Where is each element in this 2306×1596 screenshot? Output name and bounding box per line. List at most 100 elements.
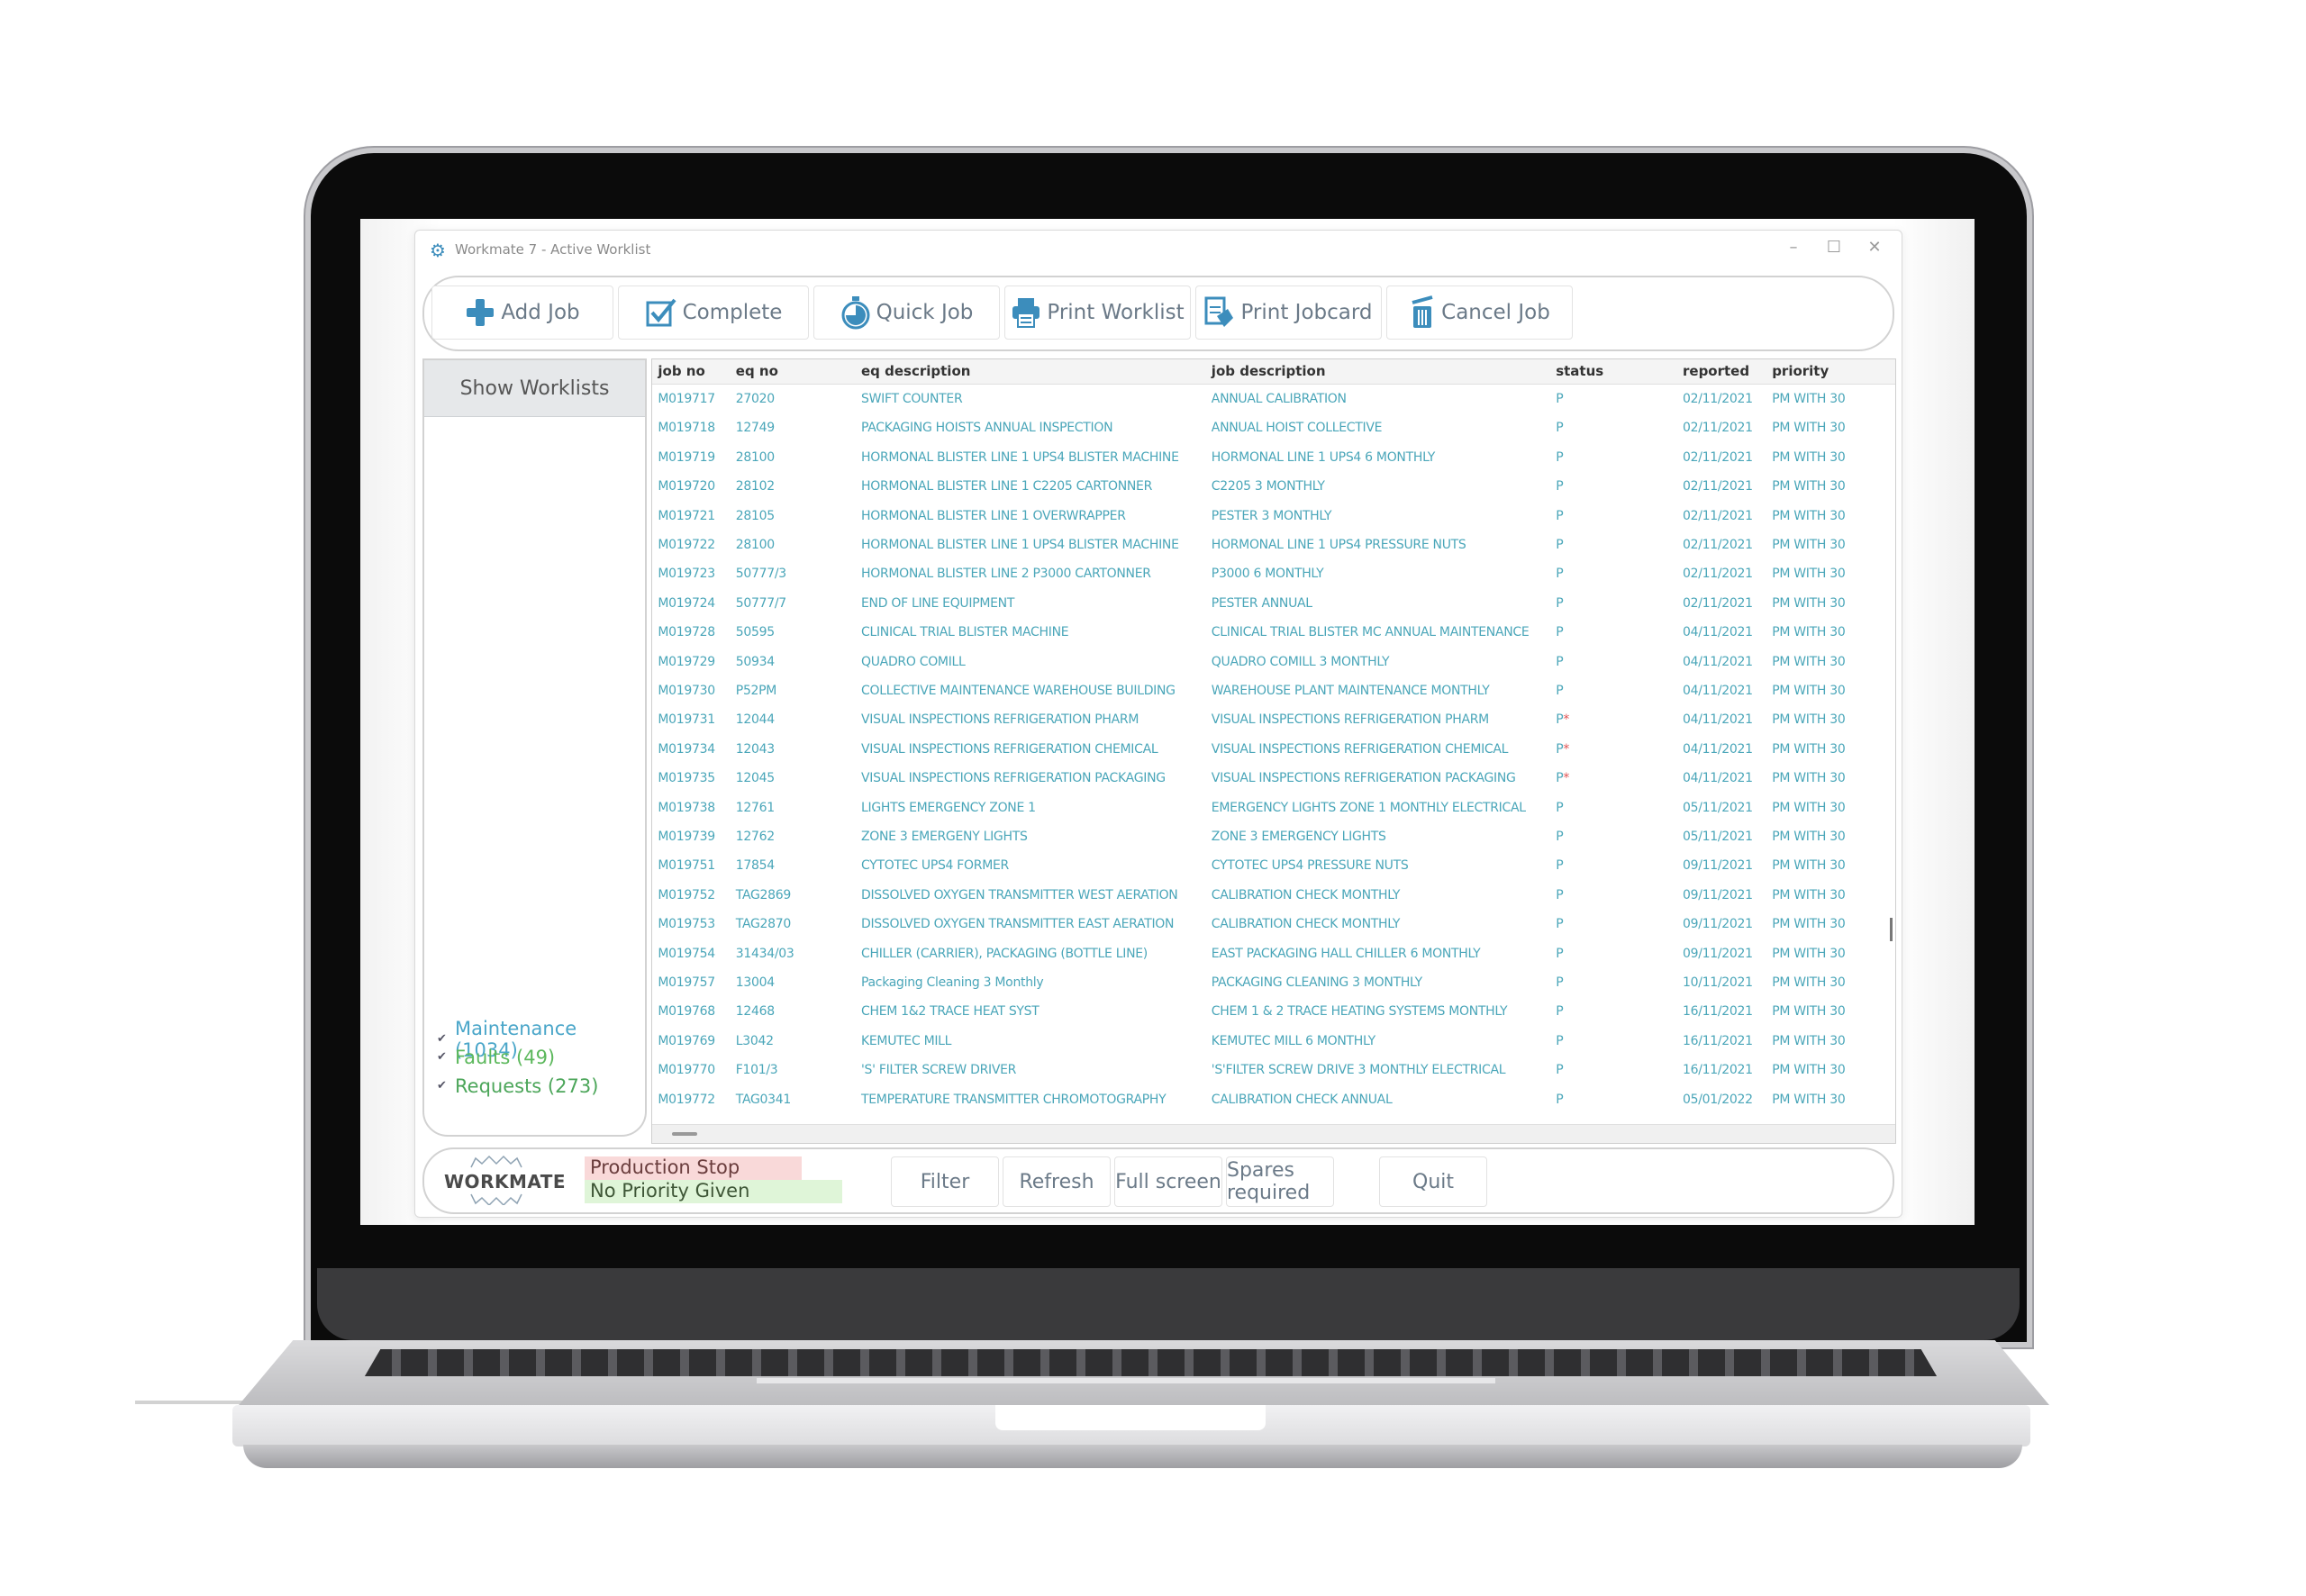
- print-worklist-button[interactable]: Print Worklist: [1004, 286, 1191, 340]
- cell-eq-description: HORMONAL BLISTER LINE 2 P3000 CARTONNER: [861, 567, 1151, 582]
- filter-requests-label: Requests (273): [455, 1075, 599, 1097]
- cell-reported: 02/11/2021: [1683, 479, 1753, 494]
- column-header-eq-description[interactable]: eq description: [861, 363, 970, 379]
- cell-eq-description: HORMONAL BLISTER LINE 1 OVERWRAPPER: [861, 508, 1126, 523]
- filter-faults-label: Faults (49): [455, 1047, 556, 1068]
- cell-reported: 09/11/2021: [1683, 887, 1753, 902]
- table-row[interactable]: M019752 TAG2869 DISSOLVED OXYGEN TRANSMITT…: [652, 883, 1882, 911]
- cell-eq-description: CLINICAL TRIAL BLISTER MACHINE: [861, 625, 1069, 640]
- table-row[interactable]: M019724 50777/7 END OF LINE EQUIPMENT PESTE…: [652, 591, 1882, 620]
- cell-job-no: M019752: [658, 887, 715, 902]
- cell-status: P: [1556, 1063, 1563, 1077]
- filter-requests[interactable]: ✔ Requests (273): [437, 1075, 598, 1097]
- status-value: P: [1556, 421, 1564, 436]
- status-value: P: [1556, 392, 1564, 406]
- vertical-scrollbar[interactable]: [1890, 918, 1893, 941]
- scrollbar-thumb[interactable]: [672, 1132, 697, 1136]
- print-jobcard-button[interactable]: Print Jobcard: [1195, 286, 1382, 340]
- table-row[interactable]: M019718 12749 PACKAGING HOISTS ANNUAL INSP…: [652, 415, 1882, 444]
- table-row[interactable]: M019728 50595 CLINICAL TRIAL BLISTER MACHI…: [652, 620, 1882, 648]
- quit-button[interactable]: Quit: [1379, 1156, 1487, 1207]
- table-row[interactable]: M019772 TAG0341 TEMPERATURE TRANSMITTER CH…: [652, 1087, 1882, 1116]
- cell-reported: 02/11/2021: [1683, 421, 1753, 436]
- cell-status: P: [1556, 392, 1563, 406]
- table-row[interactable]: M019719 28100 HORMONAL BLISTER LINE 1 UPS4…: [652, 445, 1882, 474]
- table-row[interactable]: M019731 12044 VISUAL INSPECTIONS REFRIGERA…: [652, 707, 1882, 736]
- cell-job-description: ZONE 3 EMERGENCY LIGHTS: [1211, 830, 1386, 844]
- cell-eq-description: COLLECTIVE MAINTENANCE WAREHOUSE BUILDIN…: [861, 684, 1176, 698]
- cell-eq-description: CHEM 1&2 TRACE HEAT SYST: [861, 1004, 1040, 1020]
- cell-job-no: M019731: [658, 712, 715, 728]
- minimize-button[interactable]: –: [1775, 238, 1811, 257]
- cell-job-no: M019754: [658, 946, 715, 961]
- table-row[interactable]: M019722 28100 HORMONAL BLISTER LINE 1 UPS4…: [652, 532, 1882, 561]
- cell-eq-no: 12044: [735, 712, 775, 728]
- close-button[interactable]: ✕: [1857, 238, 1893, 257]
- cell-job-description: EMERGENCY LIGHTS ZONE 1 MONTHLY ELECTRIC…: [1211, 800, 1526, 815]
- table-row[interactable]: M019751 17854 CYTOTEC UPS4 FORMER CYTOTEC U…: [652, 853, 1882, 882]
- checkbox-checked-icon[interactable]: ✔: [437, 1080, 448, 1092]
- cell-priority: PM WITH 30: [1772, 449, 1846, 465]
- worklist-sidebar: Show Worklists ✔ Maintenance (1034) ✔ Fa…: [422, 358, 647, 1137]
- complete-button[interactable]: Complete: [618, 286, 809, 340]
- column-header-priority[interactable]: priority: [1772, 363, 1829, 379]
- checkbox-checked-icon[interactable]: ✔: [437, 1051, 448, 1063]
- column-header-job-no[interactable]: job no: [658, 363, 704, 379]
- status-value: P: [1556, 830, 1564, 844]
- cell-reported: 04/11/2021: [1683, 684, 1753, 698]
- horizontal-scrollbar[interactable]: [652, 1124, 1895, 1143]
- table-row[interactable]: M019769 L3042 KEMUTEC MILL KEMUTEC MILL 6 M…: [652, 1029, 1882, 1057]
- cell-reported: 04/11/2021: [1683, 741, 1753, 757]
- cell-reported: 09/11/2021: [1683, 858, 1753, 874]
- table-row[interactable]: M019768 12468 CHEM 1&2 TRACE HEAT SYST CHEM…: [652, 999, 1882, 1028]
- cell-job-no: M019720: [658, 479, 715, 494]
- cell-eq-no: 50777/3: [735, 567, 786, 582]
- cell-job-no: M019734: [658, 741, 715, 757]
- cell-status: P: [1556, 975, 1563, 990]
- column-header-status[interactable]: status: [1556, 363, 1603, 379]
- show-worklists-button[interactable]: Show Worklists: [424, 360, 645, 417]
- column-header-eq-no[interactable]: eq no: [736, 363, 778, 379]
- table-row[interactable]: M019729 50934 QUADRO COMILL QUADRO COMILL 3…: [652, 649, 1882, 678]
- cell-status: P: [1556, 421, 1563, 435]
- table-row[interactable]: M019735 12045 VISUAL INSPECTIONS REFRIGERA…: [652, 766, 1882, 794]
- laptop-screen: ⚙ Workmate 7 - Active Worklist – ☐ ✕ Add…: [360, 219, 1975, 1225]
- table-row[interactable]: M019723 50777/3 HORMONAL BLISTER LINE 2 P3…: [652, 561, 1882, 590]
- maximize-button[interactable]: ☐: [1816, 238, 1852, 257]
- table-row[interactable]: M019720 28102 HORMONAL BLISTER LINE 1 C220…: [652, 474, 1882, 503]
- add-job-button[interactable]: Add Job: [431, 286, 613, 340]
- column-header-job-description[interactable]: job description: [1212, 363, 1326, 379]
- cancel-job-button[interactable]: Cancel Job: [1386, 286, 1573, 340]
- table-row[interactable]: M019738 12761 LIGHTS EMERGENCY ZONE 1 EMERG…: [652, 795, 1882, 824]
- table-row[interactable]: M019730 P52PM COLLECTIVE MAINTENANCE WAREH…: [652, 678, 1882, 707]
- cell-job-description: WAREHOUSE PLANT MAINTENANCE MONTHLY: [1211, 684, 1490, 698]
- full-screen-button[interactable]: Full screen: [1114, 1156, 1222, 1207]
- table-row[interactable]: M019757 13004 Packaging Cleaning 3 Monthly…: [652, 970, 1882, 999]
- table-row[interactable]: M019717 27020 SWIFT COUNTER ANNUAL CALIBRAT…: [652, 386, 1882, 415]
- quick-job-button[interactable]: Quick Job: [813, 286, 1000, 340]
- status-value: P: [1556, 917, 1564, 932]
- status-value: P: [1556, 1063, 1564, 1078]
- status-value: P: [1556, 684, 1564, 698]
- status-value: P: [1556, 595, 1564, 611]
- column-header-reported[interactable]: reported: [1683, 363, 1749, 379]
- cell-reported: 02/11/2021: [1683, 392, 1753, 406]
- cell-eq-no: 31434/03: [735, 946, 794, 961]
- filter-faults[interactable]: ✔ Faults (49): [437, 1047, 555, 1068]
- cell-eq-description: VISUAL INSPECTIONS REFRIGERATION PACKAGI…: [861, 771, 1166, 786]
- table-row[interactable]: M019754 31434/03 CHILLER (CARRIER), PACKAG…: [652, 941, 1882, 970]
- refresh-button[interactable]: Refresh: [1003, 1156, 1111, 1207]
- filter-button[interactable]: Filter: [891, 1156, 999, 1207]
- table-row[interactable]: M019753 TAG2870 DISSOLVED OXYGEN TRANSMITT…: [652, 911, 1882, 940]
- cell-job-description: CLINICAL TRIAL BLISTER MC ANNUAL MAINTEN…: [1211, 625, 1530, 640]
- spares-required-button[interactable]: Spares required: [1226, 1156, 1334, 1207]
- cell-job-description: VISUAL INSPECTIONS REFRIGERATION PHARM: [1211, 712, 1489, 728]
- table-row[interactable]: M019734 12043 VISUAL INSPECTIONS REFRIGERA…: [652, 737, 1882, 766]
- table-row[interactable]: M019770 F101/3 'S' FILTER SCREW DRIVER 'S'F…: [652, 1057, 1882, 1086]
- table-row[interactable]: M019739 12762 ZONE 3 EMERGENY LIGHTS ZONE 3…: [652, 824, 1882, 853]
- table-row[interactable]: M019721 28105 HORMONAL BLISTER LINE 1 OVER…: [652, 503, 1882, 532]
- laptop-base-bottom: [243, 1445, 2022, 1468]
- cell-priority: PM WITH 30: [1772, 479, 1846, 494]
- laptop-keyboard: [365, 1349, 1937, 1376]
- checkbox-checked-icon[interactable]: ✔: [437, 1033, 448, 1045]
